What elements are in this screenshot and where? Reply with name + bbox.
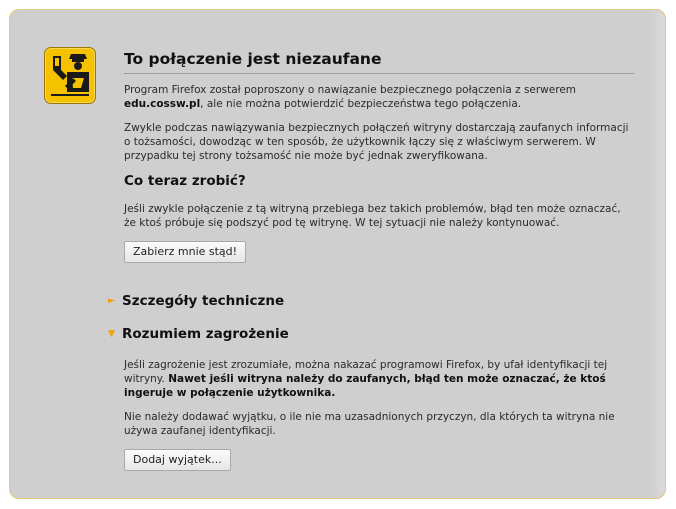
intro-suffix: , ale nie można potwierdzić bezpieczeńst… — [200, 98, 522, 110]
intro-text: Program Firefox został poproszony o nawi… — [124, 83, 634, 111]
police-officer-icon — [44, 47, 96, 104]
understand-risks-label: Rozumiem zagrożenie — [122, 326, 289, 342]
page-title: To połączenie jest niezaufane — [124, 50, 382, 68]
get-me-out-button[interactable]: Zabierz mnie stąd! — [124, 241, 247, 263]
risks-content: Jeśli zagrożenie jest zrozumiałe, można … — [124, 358, 634, 471]
intro-prefix: Program Firefox został poproszony o nawi… — [124, 84, 577, 96]
technical-details-label: Szczegóły techniczne — [122, 293, 285, 309]
add-exception-button[interactable]: Dodaj wyjątek... — [124, 449, 231, 471]
title-divider — [124, 73, 634, 74]
exception-warning-text: Nie należy dodawać wyjątku, o ile nie ma… — [124, 411, 615, 437]
what-to-do-text: Jeśli zwykle połączenie z tą witryną prz… — [124, 203, 621, 229]
risks-text-bold: Nawet jeśli witryna należy do zaufanych,… — [124, 373, 606, 399]
risks-text: Jeśli zagrożenie jest zrozumiałe, można … — [124, 358, 634, 400]
error-content: To połączenie jest niezaufane Program Fi… — [124, 50, 634, 263]
server-host: edu.cossw.pl — [124, 98, 201, 110]
technical-details-expander[interactable]: ► Szczegóły techniczne — [108, 293, 284, 309]
explanation-text: Zwykle podczas nawiązywania bezpiecznych… — [124, 122, 629, 162]
triangle-down-icon: ▼ — [108, 329, 115, 339]
triangle-right-icon: ► — [108, 296, 115, 306]
understand-risks-expander[interactable]: ▼ Rozumiem zagrożenie — [108, 326, 289, 342]
what-to-do-heading: Co teraz zrobić? — [124, 173, 246, 189]
panel-shade — [649, 10, 665, 498]
